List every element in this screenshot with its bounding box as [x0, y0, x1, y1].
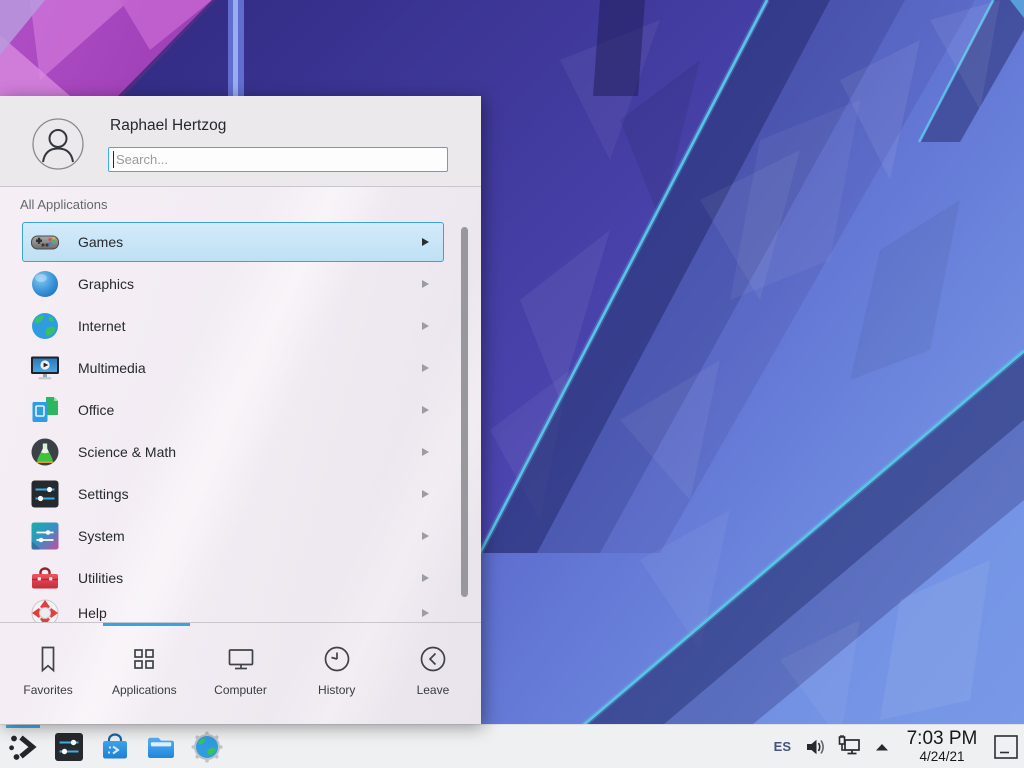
network-icon: [837, 734, 863, 760]
category-item-graphics[interactable]: Graphics: [0, 263, 481, 305]
keyboard-layout-indicator[interactable]: ES: [774, 739, 791, 754]
flask-icon: [29, 436, 61, 468]
web-browser-button[interactable]: [190, 730, 224, 764]
digital-clock[interactable]: 7:03 PM 4/24/21: [905, 729, 979, 764]
category-label: Help: [78, 592, 107, 622]
launcher-header: Raphael Hertzog: [0, 96, 481, 187]
category-item-games[interactable]: Games: [0, 221, 481, 263]
application-launcher-button[interactable]: [6, 730, 40, 764]
application-launcher-menu: Raphael Hertzog All Applications Game: [0, 96, 481, 724]
volume-button[interactable]: [804, 736, 826, 758]
submenu-arrow-icon: [422, 322, 429, 330]
submenu-arrow-icon: [422, 448, 429, 456]
computer-icon: [225, 643, 257, 675]
discover-icon: [98, 730, 132, 764]
globe-gear-icon: [190, 730, 224, 764]
network-button[interactable]: [837, 734, 863, 760]
show-desktop-button[interactable]: [991, 730, 1021, 764]
submenu-arrow-icon: [422, 532, 429, 540]
taskbar-panel: ES: [0, 724, 1024, 768]
tab-label: Applications: [112, 683, 177, 697]
submenu-arrow-icon: [422, 574, 429, 582]
tab-label: History: [318, 683, 355, 697]
monitor-play-icon: [29, 352, 61, 384]
toolbox-icon: [29, 562, 61, 594]
submenu-arrow-icon: [422, 280, 429, 288]
system-settings-button[interactable]: [52, 730, 86, 764]
kickoff-icon: [6, 730, 40, 764]
expand-tray-arrow-icon: [874, 739, 890, 755]
category-label: Internet: [78, 305, 125, 347]
blue-sphere-icon: [29, 268, 61, 300]
category-item-settings[interactable]: Settings: [0, 473, 481, 515]
category-item-internet[interactable]: Internet: [0, 305, 481, 347]
submenu-arrow-icon: [422, 238, 429, 246]
user-name: Raphael Hertzog: [110, 117, 226, 135]
category-label: Science & Math: [78, 431, 176, 473]
tab-label: Computer: [214, 683, 267, 697]
category-label: Graphics: [78, 263, 134, 305]
app-grid-icon: [128, 643, 160, 675]
scrollbar-thumb[interactable]: [461, 227, 468, 597]
launcher-tabbar: Favorites Applications Computer: [0, 626, 481, 724]
submenu-arrow-icon: [422, 490, 429, 498]
tab-history[interactable]: History: [289, 626, 385, 724]
category-item-multimedia[interactable]: Multimedia: [0, 347, 481, 389]
submenu-arrow-icon: [422, 406, 429, 414]
user-avatar[interactable]: [32, 118, 84, 170]
category-item-science-math[interactable]: Science & Math: [0, 431, 481, 473]
file-manager-button[interactable]: [144, 730, 178, 764]
submenu-arrow-icon: [422, 364, 429, 372]
tab-favorites[interactable]: Favorites: [0, 626, 96, 724]
sliders-color-icon: [29, 520, 61, 552]
folder-icon: [144, 730, 178, 764]
lifebuoy-icon: [29, 597, 61, 622]
system-settings-icon: [52, 730, 86, 764]
text-caret: [113, 151, 114, 168]
taskbar-launchers: [6, 730, 224, 764]
show-desktop-icon: [993, 734, 1019, 760]
tab-label: Favorites: [23, 683, 72, 697]
category-label: Office: [78, 389, 114, 431]
desktop: Raphael Hertzog All Applications Game: [0, 0, 1024, 768]
active-launcher-indicator: [6, 725, 40, 728]
category-list: Games Graphics: [0, 221, 481, 622]
user-icon: [32, 118, 84, 170]
leave-icon: [417, 643, 449, 675]
clock-icon: [321, 643, 353, 675]
discover-button[interactable]: [98, 730, 132, 764]
category-item-office[interactable]: Office: [0, 389, 481, 431]
category-item-system[interactable]: System: [0, 515, 481, 557]
tabbar-separator: [0, 622, 481, 623]
system-tray: ES: [774, 729, 1024, 764]
tab-computer[interactable]: Computer: [192, 626, 288, 724]
tab-label: Leave: [417, 683, 450, 697]
section-label: All Applications: [20, 197, 107, 212]
category-label: Multimedia: [78, 347, 146, 389]
expand-tray-button[interactable]: [874, 739, 890, 755]
clock-time: 7:03 PM: [905, 729, 979, 749]
sliders-dark-icon: [29, 478, 61, 510]
tab-leave[interactable]: Leave: [385, 626, 481, 724]
search-input[interactable]: [108, 147, 448, 172]
category-label: Settings: [78, 473, 129, 515]
category-label: System: [78, 515, 125, 557]
category-item-help[interactable]: Help: [0, 592, 481, 622]
clock-date: 4/24/21: [905, 749, 979, 764]
submenu-arrow-icon: [422, 609, 429, 617]
bookmark-icon: [32, 643, 64, 675]
gamepad-icon: [29, 226, 61, 258]
tab-applications[interactable]: Applications: [96, 626, 192, 724]
globe-icon: [29, 310, 61, 342]
volume-icon: [804, 736, 826, 758]
category-label: Games: [78, 221, 123, 263]
documents-icon: [29, 394, 61, 426]
